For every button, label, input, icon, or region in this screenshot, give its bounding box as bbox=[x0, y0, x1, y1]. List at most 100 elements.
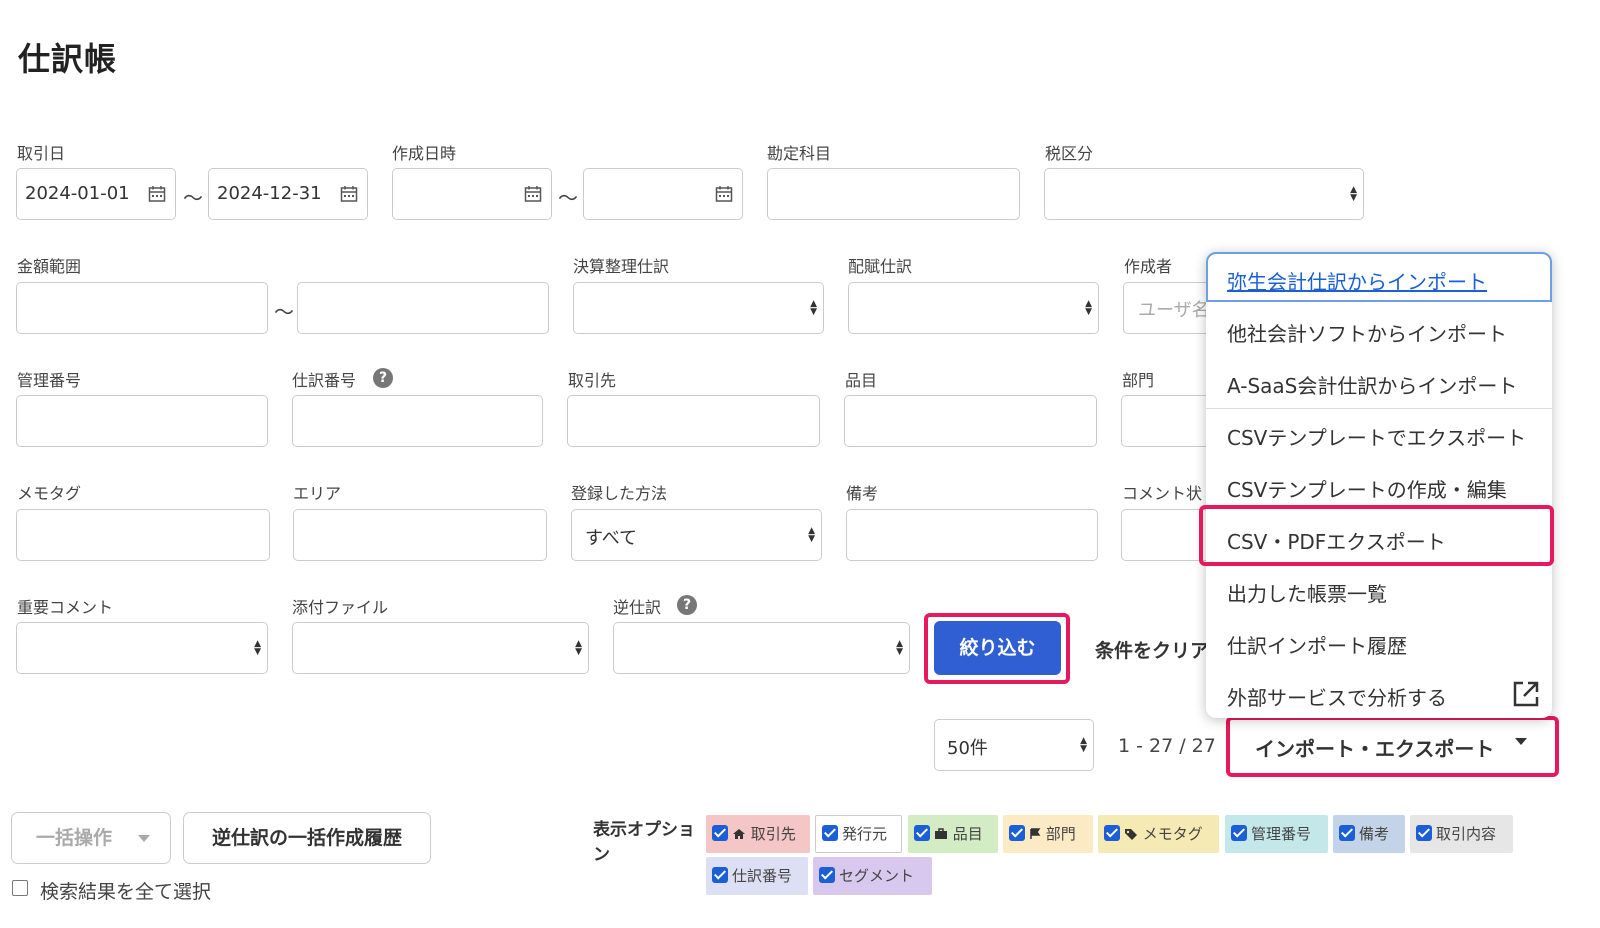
clear-conditions-button[interactable]: 条件をクリア bbox=[1095, 636, 1206, 663]
caret-down-icon bbox=[1515, 738, 1527, 745]
menu-item-csv-template-edit[interactable]: CSVテンプレートの作成・編集 bbox=[1227, 474, 1507, 503]
select-arrow-icon: ▲ ▼ bbox=[254, 639, 261, 657]
option-chip-torihikisaki[interactable]: 取引先 bbox=[706, 815, 810, 853]
checkbox-checked[interactable] bbox=[822, 825, 838, 841]
memo-tag-label: メモタグ bbox=[17, 484, 82, 503]
chip-label: 備考 bbox=[1359, 825, 1390, 843]
kanjo-kamoku-label: 勘定科目 bbox=[767, 144, 832, 163]
tenpu-file-label: 添付ファイル bbox=[292, 598, 389, 617]
registration-method-select[interactable]: すべて ▲ ▼ bbox=[571, 509, 822, 561]
checkbox-checked[interactable] bbox=[712, 867, 728, 883]
range-separator: 〜 bbox=[558, 186, 578, 210]
display-options-label: 表示オプション bbox=[593, 820, 695, 865]
date-to-value: 2024-12-31 bbox=[217, 183, 322, 204]
amount-from-input[interactable] bbox=[16, 282, 268, 334]
select-arrow-icon: ▲ ▼ bbox=[810, 299, 817, 317]
help-icon[interactable]: ? bbox=[677, 595, 697, 615]
chip-label: 取引内容 bbox=[1436, 825, 1497, 843]
chip-label: メモタグ bbox=[1142, 825, 1203, 843]
checkbox-checked[interactable] bbox=[1231, 825, 1247, 841]
checkbox-checked[interactable] bbox=[819, 867, 835, 883]
select-arrow-icon: ▲ ▼ bbox=[1350, 185, 1357, 203]
import-export-label: インポート・エクスポート bbox=[1255, 737, 1495, 761]
option-chip-hinmoku[interactable]: 品目 bbox=[908, 815, 998, 853]
menu-item-csv-template-export[interactable]: CSVテンプレートでエクスポート bbox=[1227, 422, 1526, 451]
option-chip-kanri-bango[interactable]: 管理番号 bbox=[1225, 815, 1328, 853]
menu-item-external-analysis[interactable]: 外部サービスで分析する bbox=[1227, 682, 1447, 711]
closing-entry-select[interactable]: ▲ ▼ bbox=[573, 282, 824, 334]
filter-button[interactable]: 絞り込む bbox=[934, 621, 1061, 675]
option-chip-bumon[interactable]: 部門 bbox=[1003, 815, 1093, 853]
per-page-select[interactable]: 50件 ▲ ▼ bbox=[934, 719, 1094, 771]
allocation-select[interactable]: ▲ ▼ bbox=[848, 282, 1099, 334]
select-arrow-icon: ▲ ▼ bbox=[575, 639, 582, 657]
help-icon[interactable]: ? bbox=[373, 368, 393, 388]
sakuseisha-label: 作成者 bbox=[1124, 257, 1173, 276]
calendar-icon[interactable] bbox=[524, 185, 542, 203]
memo-tag-input[interactable] bbox=[16, 509, 270, 561]
bulk-operation-label: 一括操作 bbox=[36, 827, 113, 849]
biko-label: 備考 bbox=[846, 484, 879, 503]
menu-divider bbox=[1206, 408, 1552, 409]
option-chip-torihiki-naiyo[interactable]: 取引内容 bbox=[1410, 815, 1513, 853]
import-export-button[interactable]: インポート・エクスポート bbox=[1233, 722, 1552, 770]
calendar-icon[interactable] bbox=[340, 185, 358, 203]
chip-label: 管理番号 bbox=[1251, 825, 1312, 843]
menu-item-import-history[interactable]: 仕訳インポート履歴 bbox=[1227, 630, 1407, 659]
reverse-entry-select[interactable]: ▲ ▼ bbox=[613, 622, 910, 674]
select-all-checkbox[interactable] bbox=[12, 880, 28, 896]
checkbox-checked[interactable] bbox=[1009, 825, 1025, 841]
checkbox-checked[interactable] bbox=[712, 825, 728, 841]
date-from-value: 2024-01-01 bbox=[25, 183, 130, 204]
menu-item-csv-pdf-export[interactable]: CSV・PDFエクスポート bbox=[1227, 526, 1446, 555]
chip-label: 仕訳番号 bbox=[732, 867, 793, 885]
menu-item-yayoi-import[interactable]: 弥生会計仕訳からインポート bbox=[1227, 266, 1487, 295]
account-input[interactable] bbox=[767, 168, 1020, 220]
option-chip-shiwake-bango[interactable]: 仕訳番号 bbox=[706, 857, 808, 895]
reverse-history-button[interactable]: 逆仕訳の一括作成履歴 bbox=[183, 812, 431, 864]
import-export-menu: 弥生会計仕訳からインポート 他社会計ソフトからインポート A-SaaS会計仕訳か… bbox=[1199, 252, 1554, 718]
bulk-operation-button[interactable]: 一括操作 bbox=[11, 812, 171, 864]
option-chip-hakkomoto[interactable]: 発行元 bbox=[815, 815, 902, 853]
menu-item-report-list[interactable]: 出力した帳票一覧 bbox=[1227, 578, 1387, 607]
briefcase-icon bbox=[935, 828, 947, 839]
tax-category-select[interactable]: ▲ ▼ bbox=[1044, 168, 1364, 220]
option-chip-memo-tag[interactable]: メモタグ bbox=[1098, 815, 1219, 853]
menu-item-asaas-import[interactable]: A-SaaS会計仕訳からインポート bbox=[1227, 370, 1517, 399]
partner-input[interactable] bbox=[567, 395, 820, 447]
select-arrow-icon: ▲ ▼ bbox=[808, 526, 815, 544]
calendar-icon[interactable] bbox=[148, 185, 166, 203]
option-chip-segment[interactable]: セグメント bbox=[813, 857, 932, 895]
calendar-icon[interactable] bbox=[715, 185, 733, 203]
select-all-label: 検索結果を全て選択 bbox=[40, 881, 212, 903]
external-link-icon bbox=[1513, 681, 1539, 707]
option-chip-biko[interactable]: 備考 bbox=[1333, 815, 1405, 853]
date-from-input[interactable]: 2024-01-01 bbox=[16, 168, 176, 220]
checkbox-checked[interactable] bbox=[914, 825, 930, 841]
checkbox-checked[interactable] bbox=[1339, 825, 1355, 841]
remarks-input[interactable] bbox=[846, 509, 1098, 561]
attachment-select[interactable]: ▲ ▼ bbox=[292, 622, 589, 674]
item-input[interactable] bbox=[844, 395, 1097, 447]
date-to-input[interactable]: 2024-12-31 bbox=[208, 168, 368, 220]
chip-label: 品目 bbox=[952, 825, 983, 843]
checkbox-checked[interactable] bbox=[1416, 825, 1432, 841]
select-arrow-icon: ▲ ▼ bbox=[896, 639, 903, 657]
amount-to-input[interactable] bbox=[297, 282, 549, 334]
select-arrow-icon: ▲ ▼ bbox=[1085, 299, 1092, 317]
created-from-input[interactable] bbox=[392, 168, 552, 220]
tag-icon bbox=[1125, 829, 1137, 840]
torihikibi-label: 取引日 bbox=[17, 144, 66, 163]
important-comment-select[interactable]: ▲ ▼ bbox=[16, 622, 268, 674]
created-to-input[interactable] bbox=[583, 168, 743, 220]
checkbox-checked[interactable] bbox=[1104, 825, 1120, 841]
comment-status-label: コメント状 bbox=[1122, 484, 1203, 503]
area-input[interactable] bbox=[293, 509, 547, 561]
journal-number-input[interactable] bbox=[292, 395, 543, 447]
range-separator: 〜 bbox=[274, 300, 294, 324]
management-number-input[interactable] bbox=[16, 395, 268, 447]
chip-label: 取引先 bbox=[750, 825, 796, 843]
menu-item-other-import[interactable]: 他社会計ソフトからインポート bbox=[1227, 318, 1507, 347]
torihikisaki-label: 取引先 bbox=[568, 371, 617, 390]
kingaku-hani-label: 金額範囲 bbox=[17, 257, 82, 276]
